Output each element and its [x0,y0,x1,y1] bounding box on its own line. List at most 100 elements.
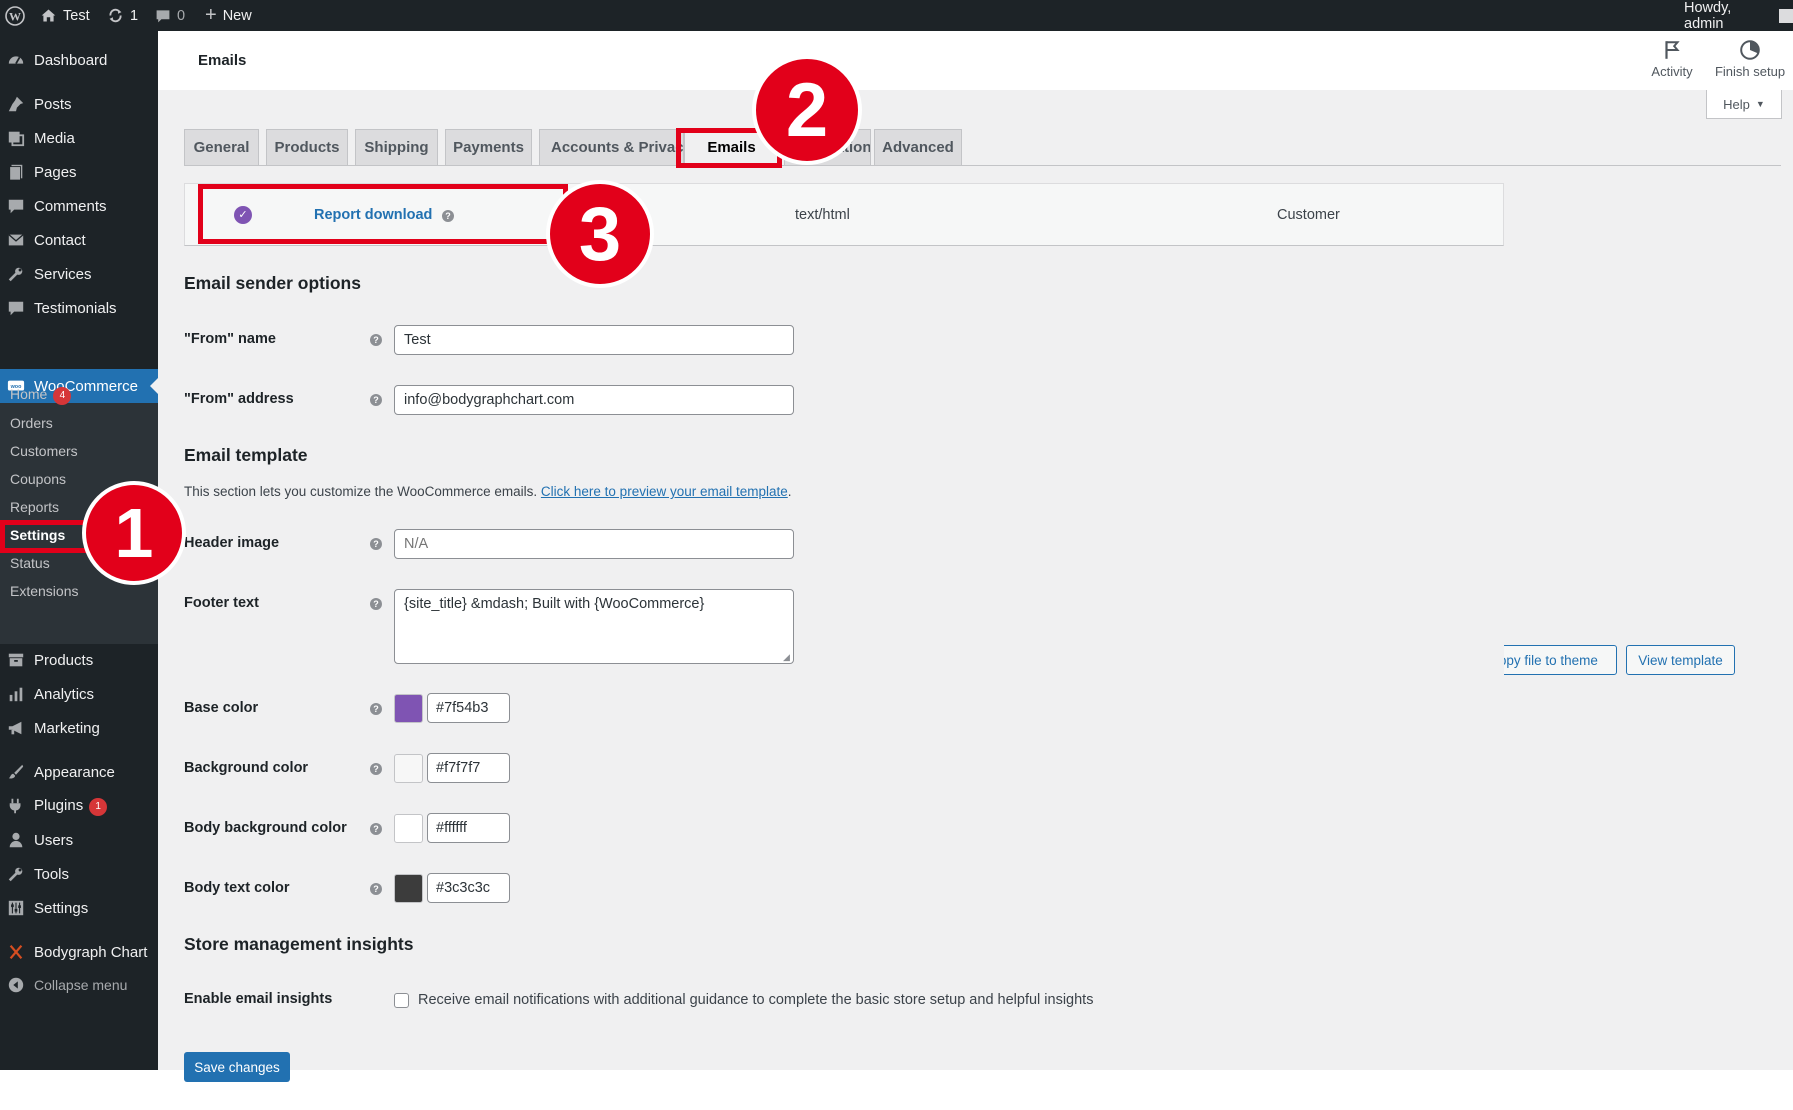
save-changes-button[interactable]: Save changes [184,1052,290,1082]
tab-payments[interactable]: Payments [445,129,532,165]
megaphone-icon [8,721,22,735]
body-background-color-input[interactable]: #ffffff [427,813,510,843]
sidebar-item-settings[interactable]: Settings [0,891,158,925]
wrench-icon [8,267,23,282]
background-color-input[interactable]: #f7f7f7 [427,753,510,783]
submenu-item-customers[interactable]: Customers [10,443,78,459]
comment-icon [8,301,24,316]
sidebar-item-dashboard[interactable]: Dashboard [0,43,158,77]
sidebar-item-plugins[interactable]: Plugins 1 [0,789,158,823]
sidebar-item-products[interactable]: Products [0,643,158,677]
sidebar-item-appearance[interactable]: Appearance [0,755,158,789]
archive-icon [8,653,24,667]
submenu-item-extensions[interactable]: Extensions [10,583,78,599]
finish-setup-label: Finish setup [1714,64,1786,79]
tab-products[interactable]: Products [266,129,348,165]
submenu-item-orders[interactable]: Orders [10,415,53,431]
help-icon: ? [370,598,382,610]
sliders-icon [8,900,24,916]
avatar [1779,8,1793,23]
base-color-swatch[interactable] [394,694,423,723]
email-content-type: text/html [795,207,850,223]
sidebar-item-label: Appearance [34,763,115,781]
help-icon: ? [370,883,382,895]
updates-count: 1 [130,7,139,24]
help-tab-button[interactable]: Help ▼ [1706,90,1782,119]
sidebar-item-bodygraph-chart[interactable]: Bodygraph Chart [0,935,158,969]
sidebar-item-analytics[interactable]: Analytics [0,677,158,711]
new-content-link[interactable]: + New [205,0,252,31]
new-label: New [222,7,252,24]
finish-setup-button[interactable]: Finish setup [1710,39,1790,79]
dashboard-icon [8,56,24,65]
view-template-button[interactable]: View template [1626,645,1735,675]
tab-accounts-privacy[interactable]: Accounts & Privacy [539,129,684,165]
body-background-color-swatch[interactable] [394,814,423,843]
sidebar-item-marketing[interactable]: Marketing [0,711,158,745]
updates-link[interactable]: 1 [107,0,138,31]
tab-general[interactable]: General [184,129,259,165]
sidebar-item-posts[interactable]: Posts [0,87,158,121]
footer-strip-right [1504,1070,1793,1110]
sidebar-item-pages[interactable]: Pages [0,155,158,189]
submenu-item-status[interactable]: Status [10,555,50,571]
from-name-input[interactable]: Test [394,325,794,355]
collapse-icon [8,977,24,993]
copy-button-clip: Copy file to theme [1504,645,1618,675]
sidebar-item-tools[interactable]: Tools [0,857,158,891]
help-icon: ? [370,703,382,715]
annotation-box-report-download [198,184,568,244]
submenu-item-coupons[interactable]: Coupons [10,471,66,487]
preview-template-link[interactable]: Click here to preview your email templat… [541,484,788,499]
current-menu-arrow [150,378,158,394]
help-icon: ? [370,394,382,406]
resize-handle-icon: ◢ [783,652,790,662]
progress-ring-icon [1740,40,1760,60]
copy-file-to-theme-button[interactable]: Copy file to theme [1504,645,1617,675]
body-text-color-swatch[interactable] [394,874,423,903]
tab-advanced[interactable]: Advanced [874,129,962,165]
period: . [787,484,792,499]
tab-shipping[interactable]: Shipping [355,129,438,165]
header-image-input[interactable]: N/A [394,529,794,559]
sidebar-item-services[interactable]: Services [0,257,158,291]
howdy-text: Howdy, admin [1684,0,1732,32]
sender-options-heading: Email sender options [184,273,361,293]
help-icon: ? [370,334,382,346]
sidebar-item-contact[interactable]: Contact [0,223,158,257]
sidebar-item-label: Comments [34,197,107,215]
sidebar-item-media[interactable]: Media [0,121,158,155]
collapse-menu-button[interactable]: Collapse menu [0,968,158,1002]
pages-icon [9,164,23,181]
annotation-circle-2: 2 [752,55,862,165]
activity-button[interactable]: Activity [1638,39,1706,79]
site-name-link[interactable]: Test [40,0,90,31]
submenu-item-reports[interactable]: Reports [10,499,59,515]
sidebar-item-testimonials[interactable]: Testimonials [0,291,158,325]
body-text-color-label: Body text color [184,880,290,896]
base-color-input[interactable]: #7f54b3 [427,693,510,723]
sidebar-item-comments[interactable]: Comments [0,189,158,223]
sidebar-item-label: Users [34,831,74,849]
bar-chart-icon [9,687,23,702]
plus-icon: + [205,4,217,26]
email-insights-checkbox[interactable] [394,993,409,1008]
help-icon: ? [370,823,382,835]
body-background-color-label: Body background color [184,820,347,836]
sidebar-item-label: Services [34,265,92,283]
my-account-link[interactable]: Howdy, admin [1684,0,1793,32]
site-name: Test [63,7,90,24]
sidebar-item-users[interactable]: Users [0,823,158,857]
plugins-count-badge: 1 [89,797,108,816]
from-address-input[interactable]: info@bodygraphchart.com [394,385,794,415]
wordpress-logo-icon[interactable]: W [5,0,25,31]
sidebar-item-label: Contact [34,231,86,249]
base-color-label: Base color [184,700,259,716]
body-text-color-input[interactable]: #3c3c3c [427,873,510,903]
footer-text-textarea[interactable]: {site_title} &mdash; Built with {WooComm… [394,589,794,664]
activity-label: Activity [1651,64,1693,79]
comments-link[interactable]: 0 [155,0,185,31]
submenu-item-home[interactable]: Home 4 [10,386,72,405]
comment-icon [8,199,24,214]
background-color-swatch[interactable] [394,754,423,783]
